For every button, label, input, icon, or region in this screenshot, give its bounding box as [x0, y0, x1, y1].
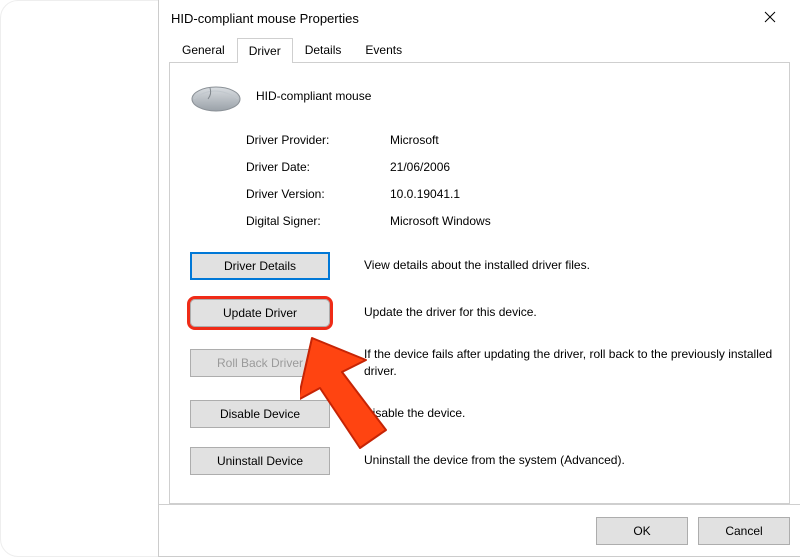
mouse-icon: [190, 79, 242, 113]
device-row: HID-compliant mouse: [186, 79, 773, 113]
properties-window: HID-compliant mouse Properties General D…: [158, 0, 800, 557]
value-driver-date: 21/06/2006: [390, 160, 773, 174]
disable-device-desc: Disable the device.: [364, 405, 773, 422]
tab-details[interactable]: Details: [293, 37, 354, 62]
disable-device-button[interactable]: Disable Device: [190, 400, 330, 428]
titlebar: HID-compliant mouse Properties: [159, 0, 800, 36]
label-driver-date: Driver Date:: [246, 160, 374, 174]
uninstall-device-button[interactable]: Uninstall Device: [190, 447, 330, 475]
label-digital-signer: Digital Signer:: [246, 214, 374, 228]
uninstall-device-desc: Uninstall the device from the system (Ad…: [364, 452, 773, 469]
update-driver-button[interactable]: Update Driver: [190, 299, 330, 327]
cancel-button[interactable]: Cancel: [698, 517, 790, 545]
tab-events[interactable]: Events: [353, 37, 414, 62]
driver-details-button[interactable]: Driver Details: [190, 252, 330, 280]
update-driver-desc: Update the driver for this device.: [364, 304, 773, 321]
value-driver-provider: Microsoft: [390, 133, 773, 147]
label-driver-version: Driver Version:: [246, 187, 374, 201]
label-driver-provider: Driver Provider:: [246, 133, 374, 147]
driver-details-desc: View details about the installed driver …: [364, 257, 773, 274]
ok-button[interactable]: OK: [596, 517, 688, 545]
tab-driver[interactable]: Driver: [237, 38, 293, 63]
roll-back-driver-desc: If the device fails after updating the d…: [364, 346, 773, 381]
value-digital-signer: Microsoft Windows: [390, 214, 773, 228]
dialog-buttons: OK Cancel: [159, 504, 800, 556]
close-button[interactable]: [750, 3, 790, 33]
device-name: HID-compliant mouse: [256, 89, 371, 103]
window-body: General Driver Details Events: [159, 36, 800, 504]
driver-actions: Driver Details View details about the in…: [190, 252, 773, 475]
value-driver-version: 10.0.19041.1: [390, 187, 773, 201]
tabstrip: General Driver Details Events: [170, 36, 790, 62]
window-title: HID-compliant mouse Properties: [171, 11, 750, 26]
driver-info-grid: Driver Provider: Microsoft Driver Date: …: [246, 133, 773, 228]
tab-general[interactable]: General: [170, 37, 237, 62]
tab-pane-driver: HID-compliant mouse Driver Provider: Mic…: [169, 62, 790, 504]
close-icon: [764, 11, 776, 26]
roll-back-driver-button: Roll Back Driver: [190, 349, 330, 377]
